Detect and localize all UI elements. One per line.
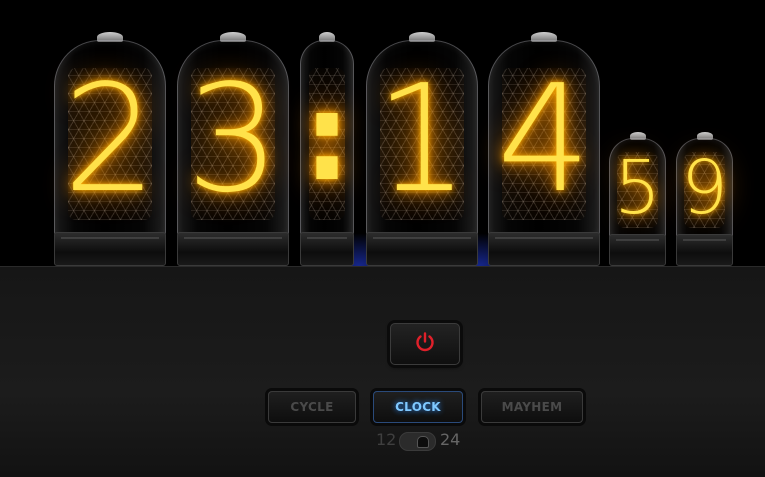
nixie-clock-display: 2 3 : 1 4 5 9: [0, 0, 765, 266]
digit-separator: :: [303, 69, 351, 208]
tube-base: [366, 232, 478, 266]
nixie-tube-separator: :: [300, 32, 354, 266]
power-icon: [414, 331, 436, 357]
tube-base: [300, 232, 354, 266]
tube-base: [488, 232, 600, 266]
digit-second-ones: 9: [680, 145, 729, 231]
tube-base: [54, 232, 166, 266]
digit-hour-ones: 3: [185, 53, 281, 225]
digit-second-tens: 5: [613, 145, 662, 231]
power-button[interactable]: [390, 323, 460, 365]
nixie-tube-hour-tens: 2: [54, 32, 166, 266]
time-format-toggle[interactable]: [399, 432, 436, 451]
tube-base: [676, 234, 733, 266]
digit-minute-tens: 1: [374, 53, 470, 225]
format-12-label: 12: [376, 430, 397, 449]
digit-minute-ones: 4: [496, 53, 592, 225]
nixie-tube-second-tens: 5: [609, 132, 666, 266]
nixie-tube-second-ones: 9: [676, 132, 733, 266]
nixie-tube-minute-tens: 1: [366, 32, 478, 266]
mayhem-button[interactable]: MAYHEM: [481, 391, 583, 423]
nixie-tube-hour-ones: 3: [177, 32, 289, 266]
nixie-tube-minute-ones: 4: [488, 32, 600, 266]
cycle-button[interactable]: CYCLE: [268, 391, 356, 423]
format-24-label: 24: [440, 430, 461, 449]
tube-base: [609, 234, 666, 266]
toggle-knob: [417, 436, 429, 448]
clock-button[interactable]: CLOCK: [373, 391, 463, 423]
tube-base: [177, 232, 289, 266]
digit-hour-tens: 2: [62, 53, 158, 225]
